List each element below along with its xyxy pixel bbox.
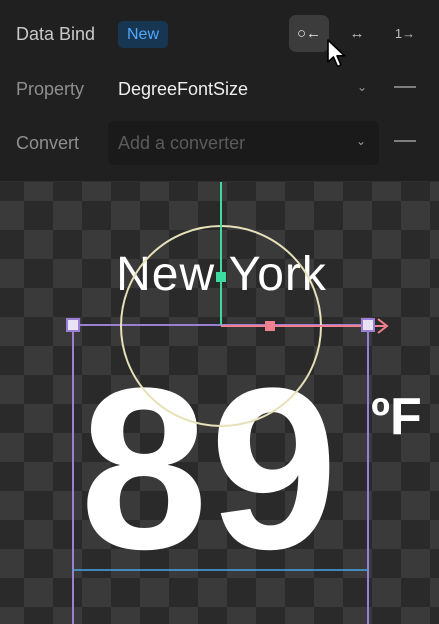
bind-once-icon: 1→ xyxy=(394,26,416,41)
data-bind-label: Data Bind xyxy=(16,24,96,44)
converter-select[interactable]: ⌄ xyxy=(108,121,379,165)
remove-converter-button[interactable] xyxy=(394,140,416,142)
chevron-down-icon[interactable]: ⌄ xyxy=(351,129,371,153)
remove-property-button[interactable] xyxy=(394,86,416,88)
transform-gizmo xyxy=(66,182,389,624)
property-row: Property DegreeFontSize ⌄ xyxy=(0,67,439,111)
bind-source-to-target-button[interactable]: ○← xyxy=(289,15,329,52)
resize-handle-top-right[interactable] xyxy=(361,318,375,332)
convert-row: Convert ⌄ xyxy=(0,121,439,165)
property-label: Property xyxy=(16,79,85,99)
bind-source-to-target-icon: ○← xyxy=(296,25,322,42)
resize-handle-top-left[interactable] xyxy=(66,318,80,332)
new-badge: New xyxy=(118,21,169,48)
data-bind-panel: Data Bind New ○← ↔ 1→ Property DegreeFon… xyxy=(0,0,439,182)
mouse-cursor-icon xyxy=(327,39,346,68)
convert-label: Convert xyxy=(16,133,80,153)
y-axis-grip[interactable] xyxy=(216,272,226,282)
bind-once-button[interactable]: 1→ xyxy=(385,15,425,52)
x-axis-grip[interactable] xyxy=(265,321,275,331)
design-canvas[interactable]: New York 89 ºF xyxy=(0,182,439,624)
bind-two-way-icon: ↔ xyxy=(349,25,365,42)
data-bind-row: Data Bind New ○← ↔ 1→ xyxy=(0,12,439,56)
selection-box xyxy=(72,324,369,624)
converter-input[interactable] xyxy=(118,121,338,165)
property-select[interactable]: DegreeFontSize xyxy=(118,79,248,100)
chevron-down-icon[interactable]: ⌄ xyxy=(352,75,372,99)
